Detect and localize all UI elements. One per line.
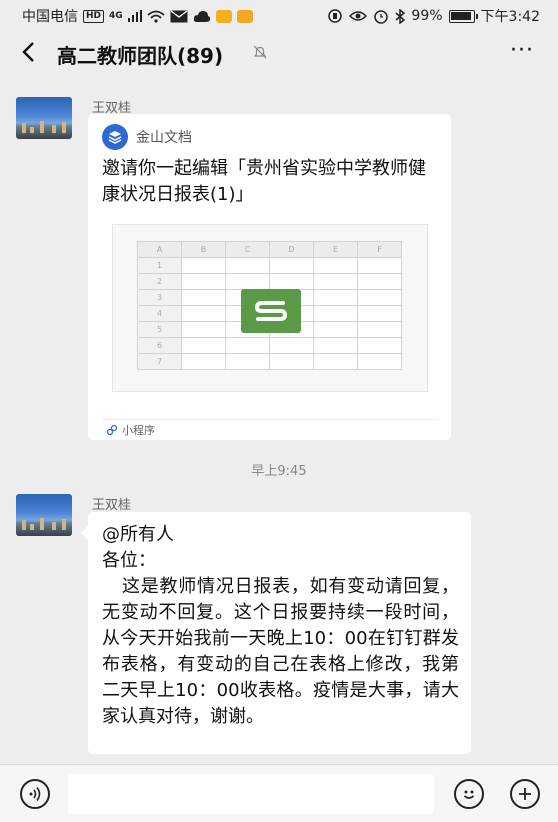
spreadsheet-preview: A B C D E F 1 2 3 4 5 6 7 — [112, 224, 428, 392]
battery-icon — [448, 9, 478, 23]
mini-program-icon — [106, 424, 118, 436]
column-header: B — [181, 241, 226, 258]
wifi-icon — [147, 10, 165, 23]
greeting-line: 各位： — [102, 550, 156, 571]
mention-line: @所有人 — [102, 524, 174, 545]
avatar[interactable] — [16, 97, 72, 139]
column-header: A — [137, 241, 182, 258]
avatar[interactable] — [16, 494, 72, 536]
chat-header: 高二教师团队(89) ··· — [0, 30, 558, 76]
chevron-left-icon[interactable] — [16, 38, 44, 66]
emoji-icon[interactable] — [454, 779, 484, 809]
message-timestamp: 早上9:45 — [251, 464, 307, 479]
text-message-bubble[interactable]: @所有人 各位： 这是教师情况日报表，如有变动请回复，无变动不回复。这个日报要持… — [81, 512, 471, 754]
carrier-label: 中国电信 — [22, 9, 78, 25]
row-header: 3 — [137, 289, 182, 306]
voice-icon[interactable] — [20, 779, 50, 809]
column-header: F — [357, 241, 402, 258]
row-header: 4 — [137, 305, 182, 322]
mini-program-card[interactable]: 金山文档 邀请你一起编辑「贵州省实验中学教师健康状况日报表(1)」 A B C … — [88, 114, 451, 440]
divider — [102, 419, 438, 420]
app-name: 金山文档 — [136, 130, 192, 146]
hd-badge: HD — [83, 9, 105, 23]
row-header: 1 — [137, 257, 182, 274]
bluetooth-icon — [395, 8, 406, 24]
status-bar: 中国电信 HD 4G 99% 下午3:42 — [0, 0, 558, 30]
row-header: 2 — [137, 273, 182, 290]
chat-title: 高二教师团队(89) — [57, 44, 224, 68]
vibrate-icon — [328, 9, 343, 23]
sheet-logo-icon — [241, 289, 301, 333]
shield-notification-icon — [236, 9, 253, 23]
ellipsis-icon[interactable]: ··· — [510, 38, 534, 63]
row-header: 7 — [137, 353, 182, 370]
input-bar — [0, 764, 558, 822]
sender-name: 王双桂 — [92, 498, 132, 513]
status-time: 下午3:42 — [480, 9, 540, 25]
cloud-icon — [193, 10, 210, 22]
column-header: C — [225, 241, 270, 258]
row-header: 6 — [137, 337, 182, 354]
signal-icon — [127, 10, 142, 22]
column-header: E — [313, 241, 358, 258]
message-input[interactable] — [68, 774, 434, 814]
app-notification-icon — [215, 9, 232, 23]
row-header: 5 — [137, 321, 182, 338]
alarm-icon — [374, 10, 389, 24]
kdocs-logo-icon — [102, 124, 128, 150]
network-label: 4G — [109, 11, 123, 21]
card-description: 邀请你一起编辑「贵州省实验中学教师健康状况日报表(1)」 — [102, 158, 426, 205]
message-body: 这是教师情况日报表，如有变动请回复，无变动不回复。这个日报要持续一段时间，从今天… — [102, 576, 459, 727]
plus-icon[interactable] — [510, 779, 540, 809]
column-header: D — [269, 241, 314, 258]
mail-icon — [170, 9, 188, 22]
battery-percent: 99% — [411, 8, 443, 24]
eye-icon — [349, 11, 368, 21]
bell-off-icon — [253, 45, 267, 59]
mini-program-label: 小程序 — [122, 424, 155, 437]
